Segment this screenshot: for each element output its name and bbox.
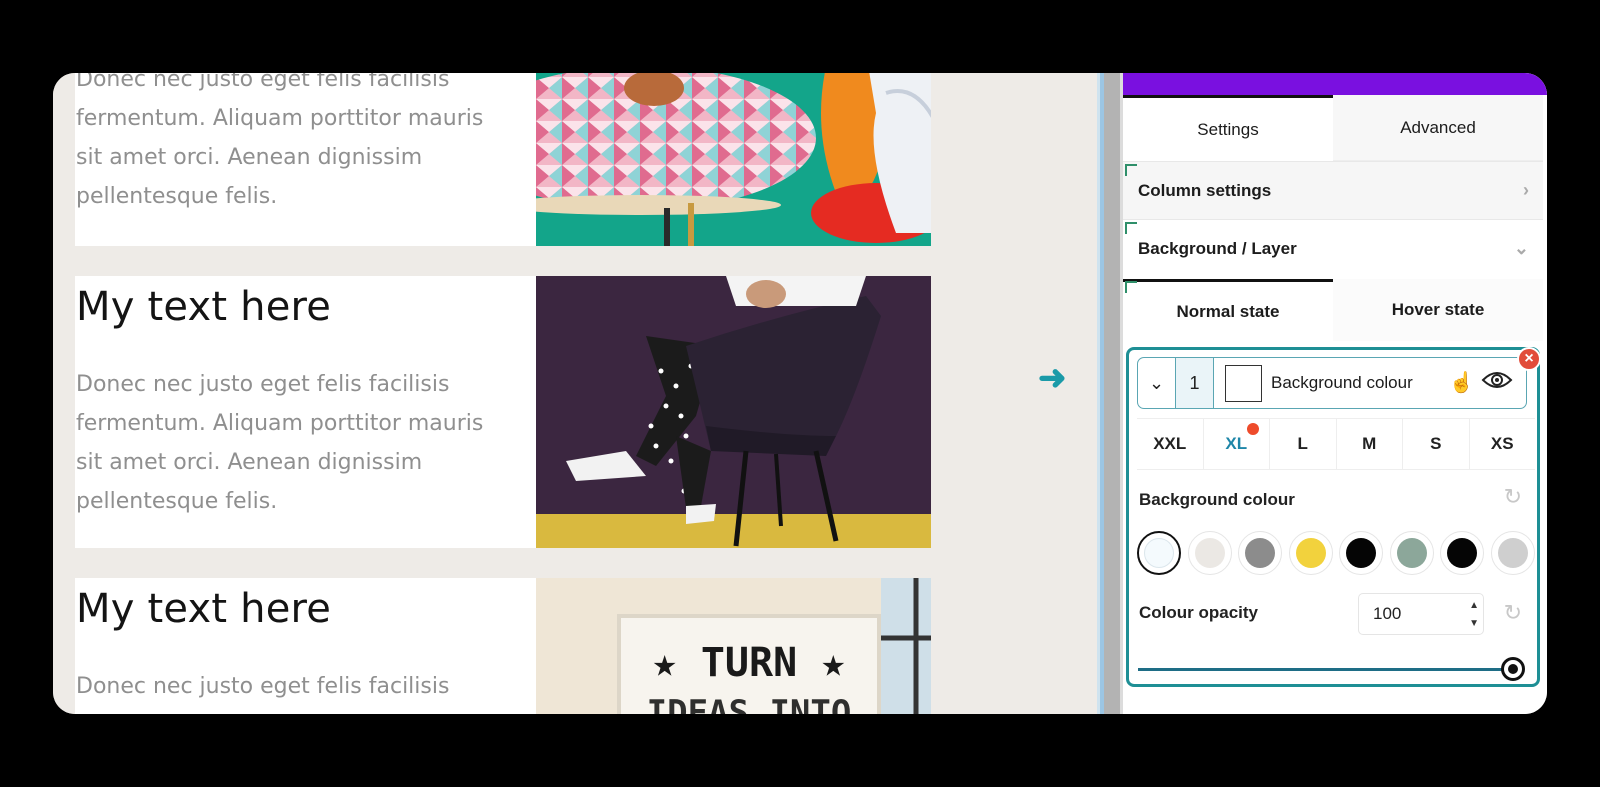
card-body: Donec nec justo eget felis facilisis fer… (76, 372, 484, 514)
layer-label: Background colour (1271, 373, 1413, 392)
layer-header[interactable]: ⌄ 1 Background colour ☝ (1137, 357, 1527, 409)
scrollbar-track[interactable] (1104, 73, 1120, 714)
card-image-lightbox: ★ TURN ★ IDEAS INTO (536, 578, 931, 714)
card-image-table (536, 73, 931, 246)
colour-opacity-input[interactable]: 100 ▲ ▼ (1358, 593, 1484, 635)
breakpoint-xl[interactable]: XL (1204, 419, 1270, 469)
tab-settings[interactable]: Settings (1123, 95, 1333, 161)
accordion-label: Column settings (1138, 180, 1272, 200)
hover-touch-icon[interactable]: ☝ (1449, 370, 1474, 395)
svg-text:★ TURN ★: ★ TURN ★ (653, 640, 846, 686)
reset-icon[interactable]: ↻ (1504, 600, 1522, 626)
column-settings-accordion[interactable]: Column settings › (1123, 161, 1543, 219)
card-heading: My text here (76, 284, 332, 330)
tab-advanced[interactable]: Advanced (1333, 95, 1543, 161)
layer-colour-swatch[interactable] (1225, 364, 1262, 402)
colour-swatch[interactable] (1238, 531, 1283, 575)
arrow-right-icon: ➜ (1038, 359, 1067, 397)
card-body: Donec nec justo eget felis facilisis (76, 674, 450, 699)
colour-swatch[interactable] (1440, 531, 1485, 575)
colour-swatch[interactable] (1339, 531, 1384, 575)
content-card[interactable]: My text here Donec nec justo eget felis … (75, 276, 931, 548)
breakpoint-xs[interactable]: XS (1470, 419, 1536, 469)
chevron-right-icon: › (1523, 180, 1529, 200)
content-card[interactable]: My text here Donec nec justo eget felis … (75, 578, 931, 714)
modified-indicator-dot (1247, 423, 1259, 435)
accordion-label: Background / Layer (1138, 238, 1297, 258)
visibility-eye-icon[interactable] (1481, 369, 1513, 396)
panel-header-bar (1123, 73, 1547, 95)
corner-marker-icon (1125, 164, 1137, 176)
card-body: Donec nec justo eget felis facilisis fer… (76, 73, 484, 209)
colour-swatch[interactable] (1137, 531, 1181, 575)
colour-swatch[interactable] (1490, 531, 1535, 575)
panel-tabs: Settings Advanced (1123, 95, 1543, 161)
card-heading: My text here (76, 586, 332, 632)
colour-swatch[interactable] (1389, 531, 1434, 575)
app-frame: Donec nec justo eget felis facilisis fer… (53, 73, 1547, 714)
background-layer-accordion[interactable]: Background / Layer ⌄ (1123, 219, 1543, 277)
chevron-down-icon: ⌄ (1148, 372, 1165, 393)
breakpoint-xxl[interactable]: XXL (1137, 419, 1204, 469)
page-canvas: Donec nec justo eget felis facilisis fer… (53, 73, 1097, 714)
breakpoint-m[interactable]: M (1337, 419, 1403, 469)
opacity-slider-handle[interactable] (1501, 657, 1525, 681)
state-tabs: Normal state Hover state (1123, 279, 1543, 341)
corner-marker-icon (1125, 281, 1137, 293)
breakpoint-s[interactable]: S (1403, 419, 1470, 469)
spinner-arrows-icon[interactable]: ▲ ▼ (1469, 597, 1479, 633)
content-card[interactable]: Donec nec justo eget felis facilisis fer… (75, 73, 931, 246)
remove-layer-close-icon[interactable]: × (1517, 347, 1541, 371)
svg-text:IDEAS INTO: IDEAS INTO (647, 693, 852, 714)
background-colour-label: Background colour (1139, 490, 1295, 509)
reset-icon[interactable]: ↻ (1504, 484, 1522, 510)
colour-opacity-label: Colour opacity (1139, 603, 1259, 622)
breakpoint-l[interactable]: L (1270, 419, 1337, 469)
colour-swatches (1137, 531, 1535, 579)
collapse-toggle[interactable]: ⌄ (1138, 358, 1176, 408)
colour-swatch[interactable] (1288, 531, 1333, 575)
colour-swatch[interactable] (1187, 531, 1232, 575)
chevron-down-icon: ⌄ (1513, 238, 1529, 258)
card-image-chair (536, 276, 931, 548)
settings-panel: Settings Advanced Column settings › Back… (1123, 73, 1547, 714)
breakpoint-selector: XXL XL L M S XS (1137, 418, 1535, 470)
tab-hover-state[interactable]: Hover state (1333, 279, 1543, 341)
corner-marker-icon (1125, 222, 1137, 234)
tab-normal-state[interactable]: Normal state (1123, 279, 1333, 341)
layer-index: 1 (1176, 358, 1214, 408)
background-layer-editor: ⌄ 1 Background colour ☝ × XXL XL L M S X… (1126, 347, 1541, 687)
opacity-slider-track[interactable] (1138, 668, 1512, 671)
